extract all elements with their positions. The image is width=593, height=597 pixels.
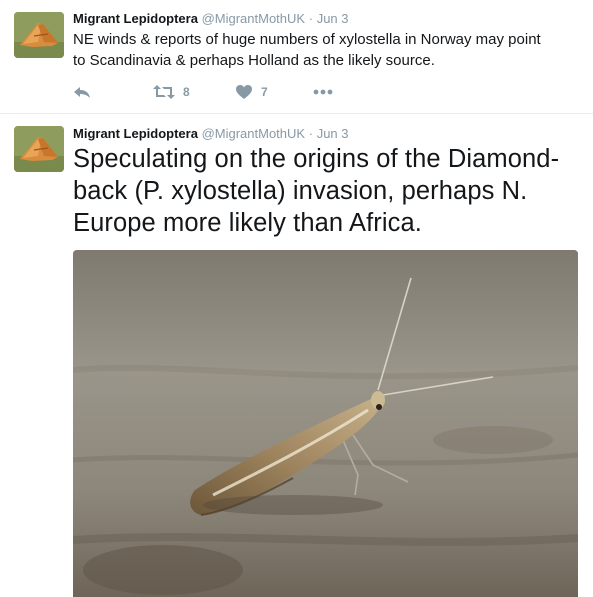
tweet-text-line: Speculating on the origins of the Diamon… xyxy=(73,145,560,173)
tweet-text-line: to Scandinavia & perhaps Holland as the … xyxy=(73,52,435,69)
tweet[interactable]: Migrant Lepidoptera @MigrantMothUK · Jun… xyxy=(0,0,593,114)
tweet-timestamp[interactable]: Jun 3 xyxy=(317,126,349,141)
moth-avatar-image xyxy=(14,126,64,172)
retweet-button[interactable]: 8 xyxy=(153,82,190,102)
tweet-photo[interactable] xyxy=(73,250,578,597)
tweet-text: NE winds & reports of huge numbers of xy… xyxy=(73,29,583,71)
author-handle[interactable]: @MigrantMothUK xyxy=(202,11,306,26)
tweet-header: Migrant Lepidoptera @MigrantMothUK · Jun… xyxy=(73,126,349,141)
retweet-icon xyxy=(153,85,175,99)
like-button[interactable]: 7 xyxy=(235,82,268,102)
reply-button[interactable] xyxy=(73,82,91,102)
tweet-text: Speculating on the origins of the Diamon… xyxy=(73,143,588,239)
tweet-text-line: NE winds & reports of huge numbers of xy… xyxy=(73,31,541,48)
tweet-timestamp[interactable]: Jun 3 xyxy=(317,11,349,26)
separator-dot: · xyxy=(308,126,314,141)
retweet-count: 8 xyxy=(183,85,190,99)
tweet-text-line: Europe more likely than Africa. xyxy=(73,209,422,237)
profile-avatar[interactable] xyxy=(14,12,64,58)
tweet-header: Migrant Lepidoptera @MigrantMothUK · Jun… xyxy=(73,11,349,26)
moth-avatar-image xyxy=(14,12,64,58)
separator-dot: · xyxy=(308,11,314,26)
tweet[interactable]: Migrant Lepidoptera @MigrantMothUK · Jun… xyxy=(0,114,593,597)
tweet-text-line: back (P. xylostella) invasion, perhaps N… xyxy=(73,177,528,205)
like-count: 7 xyxy=(261,85,268,99)
more-icon xyxy=(313,89,333,95)
author-handle[interactable]: @MigrantMothUK xyxy=(202,126,306,141)
tweet-actions: 8 7 xyxy=(73,82,373,102)
author-name[interactable]: Migrant Lepidoptera xyxy=(73,126,198,141)
heart-icon xyxy=(236,85,252,99)
profile-avatar[interactable] xyxy=(14,126,64,172)
reply-icon xyxy=(74,87,90,98)
author-name[interactable]: Migrant Lepidoptera xyxy=(73,11,198,26)
more-button[interactable] xyxy=(313,82,333,102)
moth-photo-image xyxy=(73,250,578,597)
